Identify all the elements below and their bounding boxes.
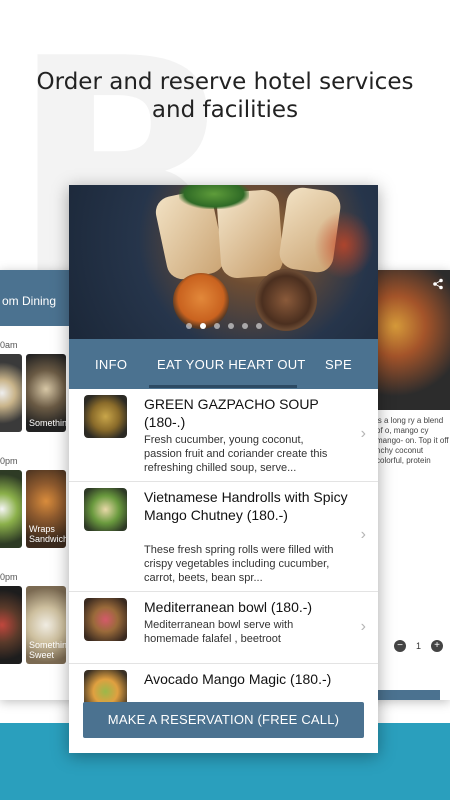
garnish-bowl	[255, 269, 317, 331]
chevron-right-icon: ›	[360, 425, 366, 442]
left-header-title: om Dining	[2, 294, 57, 308]
tab-info[interactable]: INFO	[95, 357, 127, 372]
menu-item-image	[84, 395, 127, 438]
carousel-dot[interactable]	[185, 323, 192, 329]
menu-item-description: Mediterranean bowl serve with homemade f…	[144, 619, 294, 645]
chevron-right-icon: ›	[360, 618, 366, 635]
time-label: 0am	[0, 340, 18, 350]
chevron-right-icon: ›	[360, 526, 366, 543]
main-phone-screen: INFO EAT YOUR HEART OUT SPE GREEN GAZPAC…	[69, 185, 378, 753]
hero-food-image	[69, 185, 378, 339]
plus-button[interactable]: +	[431, 640, 444, 652]
tab-bar: INFO EAT YOUR HEART OUT SPE	[69, 339, 378, 389]
menu-item-image	[84, 488, 127, 531]
make-reservation-button[interactable]: MAKE A RESERVATION (FREE CALL)	[83, 702, 364, 738]
headline-line-2: and facilities	[151, 97, 299, 123]
sauce-drizzle	[309, 205, 378, 285]
time-label: 0pm	[0, 456, 18, 466]
quantity-stepper: − 1 +	[394, 640, 444, 652]
headline: Order and reserve hotel services and fac…	[0, 68, 450, 124]
add-to-order-button[interactable]	[372, 690, 440, 700]
menu-item-description: These fresh spring rolls were filled wit…	[144, 544, 334, 584]
menu-item-title: Mediterranean bowl (180.-)	[144, 599, 313, 615]
quantity-value: 1	[416, 641, 422, 651]
menu-item-image	[84, 598, 127, 641]
dish-photo	[372, 270, 450, 410]
left-header: om Dining	[0, 270, 80, 326]
carousel-dot-active[interactable]	[199, 323, 206, 329]
herb-garnish	[179, 185, 249, 209]
minus-button[interactable]: −	[394, 640, 406, 652]
left-phone-screen: om Dining 0am Something 0pm Wraps Sandwi…	[0, 270, 80, 700]
menu-item[interactable]: Vietnamese Handrolls with Spicy Mango Ch…	[69, 482, 378, 592]
time-label: 0pm	[0, 572, 18, 582]
menu-item-title: Vietnamese Handrolls with Spicy Mango Ch…	[144, 489, 348, 523]
carousel-dots[interactable]	[69, 323, 378, 329]
carousel-dot[interactable]	[255, 323, 262, 329]
share-icon[interactable]	[432, 278, 444, 290]
carousel-dot[interactable]	[213, 323, 220, 329]
carousel-dot[interactable]	[227, 323, 234, 329]
dish-thumb[interactable]: ent	[0, 586, 22, 664]
dish-thumb[interactable]: Something Sweet	[26, 586, 66, 664]
dish-thumb[interactable]	[0, 470, 22, 548]
headline-line-1: Order and reserve hotel services	[36, 69, 414, 95]
tab-spe[interactable]: SPE	[325, 357, 352, 372]
active-tab-indicator	[149, 385, 297, 388]
menu-item-description: Fresh cucumber, young coconut, passion f…	[144, 434, 328, 474]
menu-item[interactable]: Mediterranean bowl (180.-) Mediterranean…	[69, 592, 378, 664]
menu-item-title: Avocado Mango Magic (180.-)	[144, 671, 332, 687]
sauce-bowl	[173, 273, 229, 329]
right-phone-screen: is a long ry a blend of o, mango cy mang…	[372, 270, 450, 700]
menu-list: GREEN GAZPACHO SOUP (180-.) Fresh cucumb…	[69, 389, 378, 724]
dish-thumb[interactable]: Something	[26, 354, 66, 432]
menu-item[interactable]: GREEN GAZPACHO SOUP (180-.) Fresh cucumb…	[69, 389, 378, 482]
dish-thumb[interactable]: Wraps Sandwich	[26, 470, 66, 548]
dish-thumb[interactable]	[0, 354, 22, 432]
carousel-dot[interactable]	[241, 323, 248, 329]
dish-description: is a long ry a blend of o, mango cy mang…	[376, 416, 449, 465]
tab-eat-your-heart-out[interactable]: EAT YOUR HEART OUT	[157, 357, 306, 372]
menu-item-title: GREEN GAZPACHO SOUP (180-.)	[144, 396, 319, 430]
